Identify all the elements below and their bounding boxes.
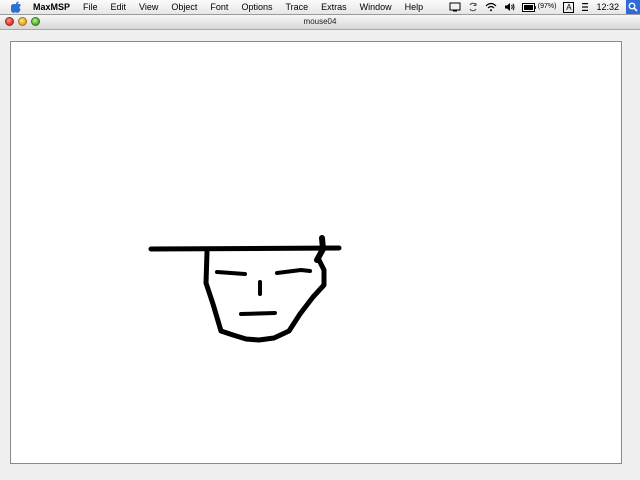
menu-window[interactable]: Window [360, 1, 392, 13]
menu-help[interactable]: Help [405, 1, 424, 13]
display-icon[interactable] [449, 2, 461, 12]
sync-icon[interactable] [468, 2, 478, 12]
menu-edit[interactable]: Edit [111, 1, 127, 13]
hat-brim-stroke [148, 245, 342, 252]
menu-font[interactable]: Font [210, 1, 228, 13]
menu-object[interactable]: Object [171, 1, 197, 13]
menu-options[interactable]: Options [241, 1, 272, 13]
menu-file[interactable]: File [83, 1, 98, 13]
menubar-clock[interactable]: 12:32 [596, 1, 619, 13]
battery-percent: (97%) [537, 3, 557, 10]
drawing-canvas[interactable] [10, 41, 622, 464]
menu-bar: MaxMSP File Edit View Object Font Option… [0, 0, 640, 15]
patcher-window: mouse04 [0, 15, 640, 480]
window-titlebar[interactable]: mouse04 [0, 15, 640, 30]
battery-icon[interactable]: (97%) [521, 1, 557, 13]
menu-app-name[interactable]: MaxMSP [33, 1, 70, 13]
wifi-icon[interactable] [485, 2, 497, 12]
input-menu-icon[interactable]: A [563, 1, 575, 13]
menu-trace[interactable]: Trace [285, 1, 308, 13]
menu-extras[interactable]: Extras [321, 1, 347, 13]
right-eyebrow-stroke [275, 268, 312, 275]
left-eyebrow-stroke [215, 270, 247, 276]
mouth-stroke [239, 311, 277, 316]
menu-view[interactable]: View [139, 1, 158, 13]
apple-icon[interactable] [11, 1, 22, 13]
volume-icon[interactable] [504, 2, 515, 12]
face-outline-stroke [203, 249, 327, 343]
drawing-svg [148, 235, 342, 343]
clock-icon[interactable] [581, 2, 589, 12]
spotlight-icon[interactable] [626, 0, 640, 14]
input-menu-label: A [563, 1, 575, 13]
window-title: mouse04 [303, 17, 337, 26]
